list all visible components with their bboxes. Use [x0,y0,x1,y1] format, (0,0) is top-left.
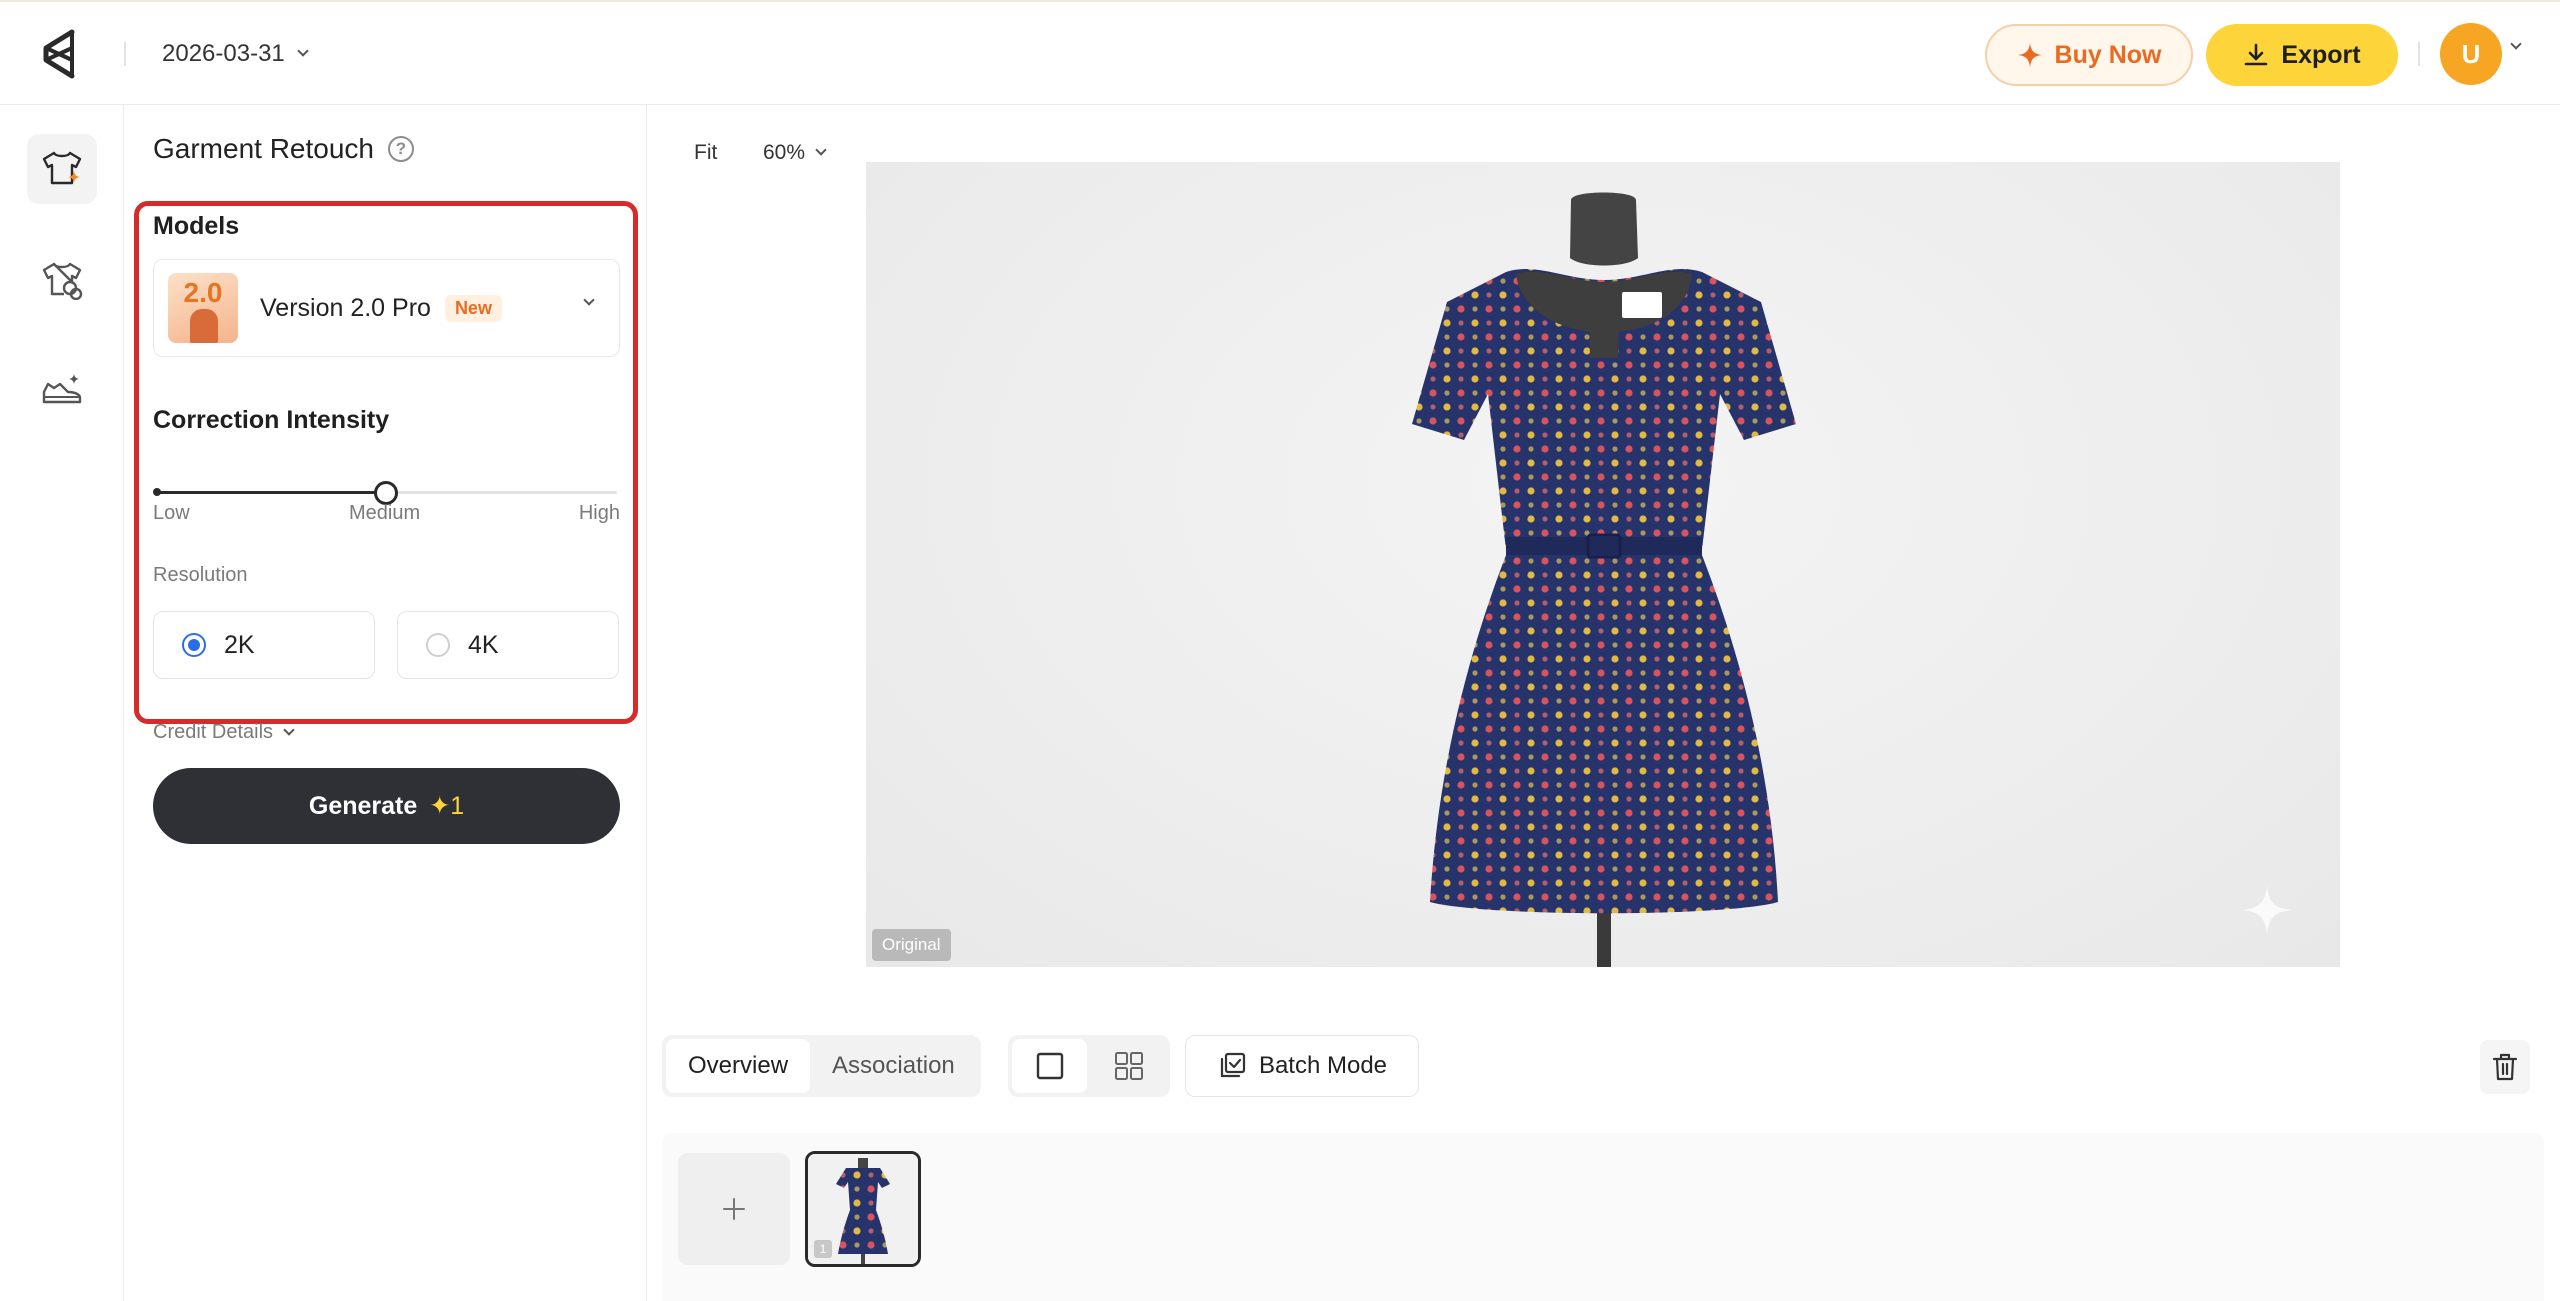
zoom-fit-button[interactable]: Fit [694,141,717,165]
resolution-option-2k[interactable]: 2K [153,611,375,679]
tool-rail [0,105,124,1301]
download-icon [2245,43,2268,66]
model-thumb-version: 2.0 [183,277,223,308]
garment-retouch-icon [42,151,82,185]
resolution-label: Resolution [153,564,248,586]
resolution-option-label: 2K [224,630,255,659]
batch-mode-button[interactable]: Batch Mode [1185,1035,1419,1097]
buy-now-button[interactable]: Buy Now [1985,24,2193,86]
chevron-down-icon [283,723,295,736]
tab-overview[interactable]: Overview [666,1039,811,1093]
rail-item-garment-swap[interactable] [27,245,97,315]
model-thumbnail: 2.0 [168,273,238,343]
help-icon[interactable]: ? [388,136,414,162]
export-label: Export [2281,40,2361,69]
new-badge: New [444,294,502,322]
panel-title: Garment Retouch ? [153,133,414,165]
slider-label-low: Low [153,502,190,524]
date-label: 2026-03-31 [162,40,285,67]
correction-intensity-label: Correction Intensity [153,406,390,434]
add-image-button[interactable] [678,1153,790,1265]
app-root: 2026-03-31 Buy Now Export U Garment Reto… [0,0,2560,1301]
topbar-divider [124,42,126,66]
panel-title-text: Garment Retouch [153,133,374,164]
credit-details-toggle[interactable]: Credit Details [153,721,295,744]
thumbnail-index: 1 [814,1240,832,1258]
export-button[interactable]: Export [2206,24,2398,86]
model-selector[interactable]: 2.0 Version 2.0 Pro New [153,259,620,357]
generate-button[interactable]: Generate ✦1 [153,768,620,844]
single-square-icon [1036,1052,1063,1080]
original-badge: Original [872,929,951,961]
batch-icon [1220,1052,1246,1078]
sparkle-icon [2017,43,2042,67]
radio-selected[interactable] [182,633,206,657]
account-chevron-down-icon[interactable] [2510,38,2522,50]
slider-label-high: High [578,502,620,524]
grid-view-button[interactable] [1091,1039,1166,1093]
shoe-retouch-icon [42,374,82,404]
slider-label-medium: Medium [349,502,421,524]
user-avatar[interactable]: U [2440,23,2502,85]
model-name: Version 2.0 Pro [260,293,431,322]
radio-unselected[interactable] [426,633,450,657]
grid-icon [1114,1052,1143,1080]
generate-label: Generate [308,791,418,820]
top-bar: 2026-03-31 Buy Now Export U [0,0,2560,105]
resolution-option-label: 4K [468,630,499,659]
zoom-level-selector[interactable]: 60% [763,141,827,165]
slider-labels: Low Medium High [153,502,620,532]
rail-item-garment-retouch[interactable] [27,134,97,204]
trash-icon [2492,1053,2518,1081]
layout-toggle [1008,1035,1170,1097]
tab-association[interactable]: Association [810,1039,977,1093]
slider-min-dot [153,488,161,496]
thumbnail-strip: 1 [662,1133,2544,1301]
slider-fill [155,491,386,494]
canvas-area: Fit 60% Original Overview Association Ba… [647,105,2560,1301]
rail-item-shoe-retouch[interactable] [27,355,97,425]
models-label: Models [153,212,240,240]
watermark-sparkle-icon [2242,885,2292,935]
generate-credit-cost: ✦1 [429,792,465,820]
garment-swap-icon [42,262,83,300]
model-thumb-figure [190,309,218,343]
delete-button[interactable] [2480,1040,2530,1094]
zoom-level: 60% [763,141,806,164]
chevron-down-icon [583,294,595,306]
resolution-option-4k[interactable]: 4K [397,611,619,679]
batch-mode-label: Batch Mode [1258,1052,1388,1079]
view-tabs: Overview Association [662,1035,981,1097]
image-preview[interactable]: Original [866,162,2340,967]
credit-details-label: Credit Details [153,721,274,743]
image-thumbnail[interactable]: 1 [805,1151,921,1267]
single-view-button[interactable] [1012,1039,1087,1093]
app-logo-icon[interactable] [38,28,84,80]
dress-image [1412,192,1796,967]
date-selector[interactable]: 2026-03-31 [162,36,309,72]
chevron-down-icon [815,144,827,156]
plus-icon [723,1198,745,1220]
buy-now-label: Buy Now [2054,40,2162,69]
topbar-divider [2418,42,2420,66]
settings-panel: Garment Retouch ? Models 2.0 Version 2.0… [124,105,647,1301]
chevron-down-icon [297,45,309,57]
avatar-initial: U [2461,38,2481,69]
